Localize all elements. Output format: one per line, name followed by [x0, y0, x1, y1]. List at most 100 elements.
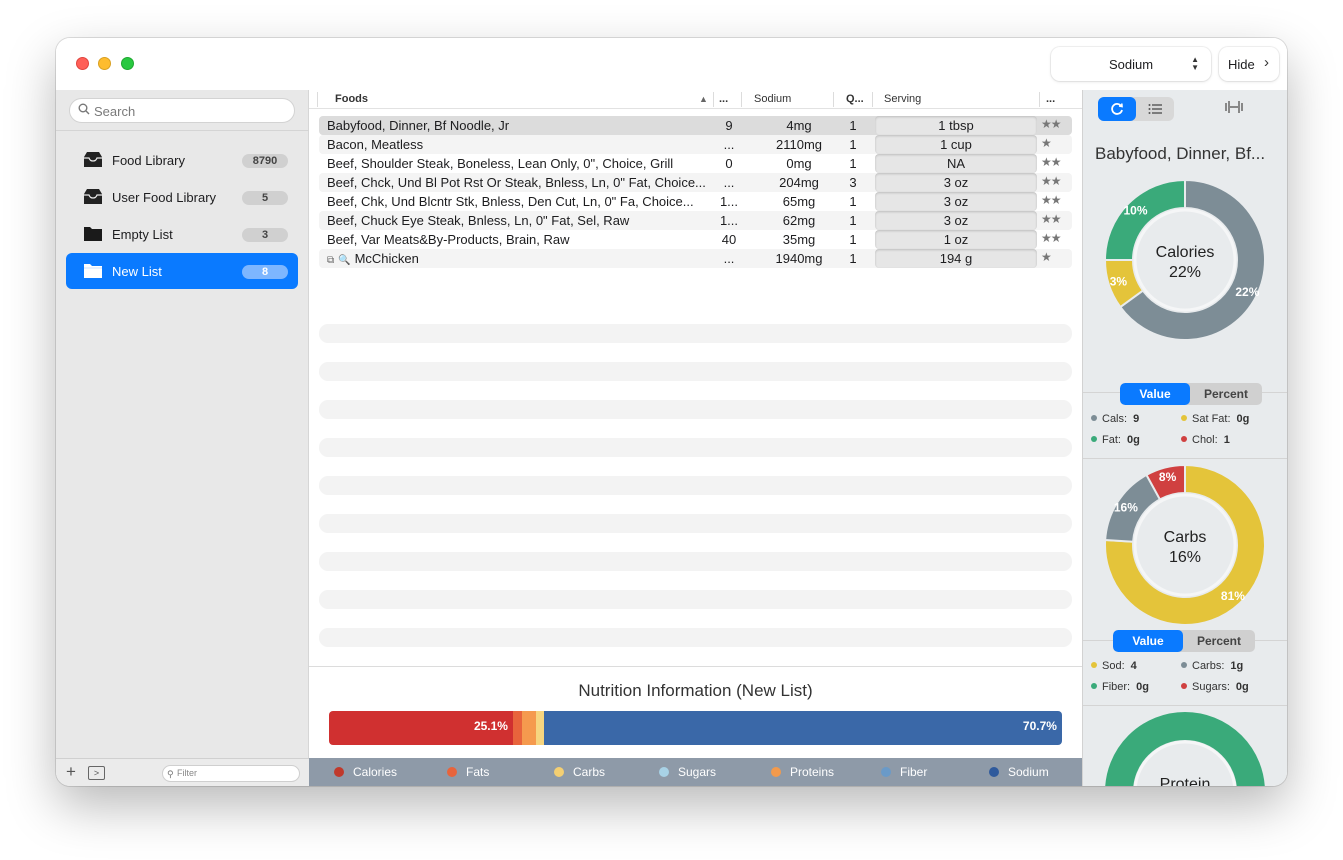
table-row[interactable]: Beef, Shoulder Steak, Boneless, Lean Onl…	[319, 154, 1072, 173]
donut-svg: 22% 3% 10% Calories 22%	[1103, 178, 1266, 341]
sidebar-item-food-library[interactable]: Food Library 8790	[66, 142, 298, 178]
legend-dot	[1091, 436, 1097, 442]
bar-segment-fats	[512, 711, 522, 745]
sidebar: Search Food Library 8790 User Food Libra…	[56, 90, 309, 786]
carbs-donut-chart: 81% 16% 8% Carbs 16%	[1103, 463, 1267, 627]
empty-table-row	[319, 590, 1072, 609]
minimize-window-button[interactable]	[98, 57, 111, 70]
food-name-cell: Beef, Shoulder Steak, Boneless, Lean Onl…	[327, 156, 712, 171]
star-rating[interactable]: ★★	[1041, 174, 1069, 188]
quantity-cell: 1	[849, 137, 857, 152]
legend-item-sodium: Sodium	[989, 765, 1049, 779]
column-header-quantity[interactable]: Q...	[846, 93, 864, 105]
column-header-serving[interactable]: Serving	[884, 93, 921, 105]
list-view-button[interactable]	[1136, 97, 1174, 121]
legend-value: 0g	[1236, 413, 1250, 425]
empty-table-row	[319, 476, 1072, 495]
table-row[interactable]: Beef, Chuck Eye Steak, Bnless, Ln, 0" Fa…	[319, 211, 1072, 230]
serving-cell[interactable]: 194 g	[875, 249, 1037, 268]
table-row[interactable]: Bacon, Meatless... 2110mg 1 1 cup ★	[319, 135, 1072, 154]
star-rating[interactable]: ★★	[1041, 193, 1069, 207]
zoom-window-button[interactable]	[121, 57, 134, 70]
console-icon[interactable]: >	[88, 766, 105, 780]
star-rating[interactable]: ★	[1041, 250, 1069, 264]
legend-item-calories: Calories	[334, 765, 397, 779]
legend-name: Sat Fat:	[1192, 413, 1231, 425]
serving-cell[interactable]: 3 oz	[875, 192, 1037, 211]
sidebar-item-user-food-library[interactable]: User Food Library 5	[66, 179, 298, 215]
column-header-sodium[interactable]: Sodium	[754, 93, 791, 105]
close-window-button[interactable]	[76, 57, 89, 70]
center-label: Carbs	[1164, 529, 1207, 546]
sidebar-item-label: Empty List	[112, 227, 173, 242]
food-name-cell: Bacon, Meatless	[327, 137, 712, 152]
serving-cell[interactable]: 1 cup	[875, 135, 1037, 154]
legend-value: 9	[1133, 413, 1140, 425]
mini-legend-item: Sod: 4	[1091, 660, 1137, 672]
mini-legend-item: Sugars: 0g	[1181, 681, 1249, 693]
calories-value-percent-toggle: Value Percent	[1120, 383, 1262, 405]
empty-table-row	[319, 324, 1072, 343]
calories-cell: ...	[723, 175, 735, 190]
calories-cell: 1...	[719, 213, 739, 228]
legend-value: 0g	[1126, 434, 1140, 446]
legend-label: Fats	[466, 765, 490, 779]
nutrition-legend: Calories Fats Carbs Sugars Proteins Fiber Sodi…	[309, 758, 1082, 786]
legend-name: Fat:	[1102, 434, 1121, 446]
table-row[interactable]: Beef, Var Meats&By-Products, Brain, Raw 4…	[319, 230, 1072, 249]
percent-button[interactable]: Percent	[1183, 630, 1255, 652]
sidebar-item-empty-list[interactable]: Empty List 3	[66, 216, 298, 252]
search-input[interactable]: Search	[69, 98, 295, 123]
legend-label: Carbs	[573, 765, 606, 779]
nutrient-select[interactable]: Sodium ▲ ▼	[1051, 47, 1211, 81]
table-row[interactable]: ⧉ 🔍 McChicken... 1940mg 1 194 g ★	[319, 249, 1072, 268]
hide-panel-button[interactable]: Hide ›	[1219, 47, 1279, 81]
table-row[interactable]: Beef, Chck, Und Bl Pot Rst Or Steak, Bnl…	[319, 173, 1072, 192]
percent-button[interactable]: Percent	[1190, 383, 1262, 405]
star-rating[interactable]: ★★	[1041, 212, 1069, 226]
list-icon	[1148, 104, 1162, 114]
star-rating[interactable]: ★★	[1041, 231, 1069, 245]
legend-dot	[1091, 683, 1097, 689]
sidebar-item-new-list[interactable]: New List 8	[66, 253, 298, 289]
star-rating[interactable]: ★★	[1041, 155, 1069, 169]
serving-cell[interactable]: NA	[875, 154, 1037, 173]
empty-table-row	[319, 514, 1072, 533]
food-name: Beef, Chk, Und Blcntr Stk, Bnless, Den C…	[327, 194, 694, 209]
count-badge: 8	[242, 265, 288, 279]
mini-legend-item: Chol: 1	[1181, 434, 1230, 446]
serving-cell[interactable]: 1 oz	[875, 230, 1037, 249]
add-list-button[interactable]: +	[66, 762, 76, 782]
column-header-foods[interactable]: Foods	[335, 93, 368, 105]
value-button[interactable]: Value	[1120, 383, 1190, 405]
search-icon: ⚲	[167, 769, 174, 779]
mini-legend-item: Sat Fat: 0g	[1181, 413, 1249, 425]
calories-donut-chart: 22% 3% 10% Calories 22%	[1103, 178, 1267, 342]
sidebar-item-label: New List	[112, 264, 162, 279]
serving-cell[interactable]: 3 oz	[875, 211, 1037, 230]
quantity-cell: 1	[849, 251, 857, 266]
table-row[interactable]: Beef, Chk, Und Blcntr Stk, Bnless, Den C…	[319, 192, 1072, 211]
legend-label: Sugars	[678, 765, 717, 779]
value-button[interactable]: Value	[1113, 630, 1183, 652]
star-rating[interactable]: ★	[1041, 136, 1069, 150]
empty-table-row	[319, 438, 1072, 457]
legend-dot	[1181, 436, 1187, 442]
star-rating[interactable]: ★★	[1041, 117, 1069, 131]
chart-view-button[interactable]	[1098, 97, 1136, 121]
filter-input[interactable]: ⚲ Filter	[162, 765, 300, 782]
serving-cell[interactable]: 3 oz	[875, 173, 1037, 192]
column-divider	[833, 92, 834, 107]
column-divider	[317, 92, 318, 107]
slice-label: 16%	[1114, 500, 1138, 514]
serving-cell[interactable]: 1 tbsp	[875, 116, 1037, 135]
filter-placeholder: Filter	[177, 768, 197, 778]
dumbbell-icon[interactable]	[1224, 100, 1244, 118]
sort-ascending-icon: ▲	[699, 94, 708, 104]
table-row[interactable]: Babyfood, Dinner, Bf Noodle, Jr 9 4mg 1 1 tb…	[319, 116, 1072, 135]
column-header-rating[interactable]: ...	[1046, 93, 1055, 105]
tray-icon	[84, 189, 102, 204]
food-name: Beef, Chck, Und Bl Pot Rst Or Steak, Bnl…	[327, 175, 706, 190]
column-header-cal[interactable]: ...	[719, 93, 728, 105]
calories-cell: 40	[721, 232, 737, 247]
